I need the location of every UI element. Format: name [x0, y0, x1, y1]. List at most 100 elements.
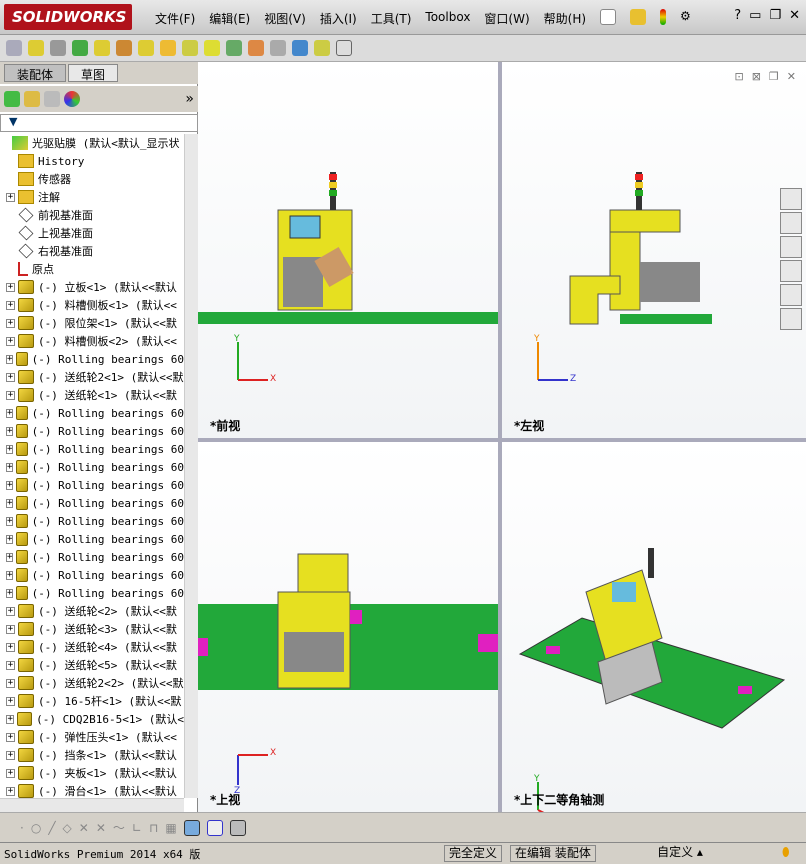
expand-icon[interactable]: +	[6, 750, 15, 760]
appearances-icon[interactable]	[780, 284, 802, 306]
tree-item[interactable]: + (-) Rolling bearings 60	[0, 512, 184, 530]
expand-icon[interactable]: +	[6, 606, 15, 616]
tree-item[interactable]: + (-) Rolling bearings 60	[0, 566, 184, 584]
extend-icon[interactable]: ✕	[96, 821, 106, 835]
four-view-icon[interactable]	[229, 819, 246, 836]
tree-item[interactable]: + (-) 夹板<1> (默认<<默认	[0, 764, 184, 782]
circle-icon[interactable]: ○	[31, 821, 41, 835]
expand-icon[interactable]: +	[6, 480, 14, 490]
tree-item[interactable]: 光驱贴膜 (默认<默认_显示状	[0, 134, 184, 152]
expand-icon[interactable]: +	[6, 282, 15, 292]
expand-icon[interactable]: +	[6, 786, 15, 796]
expand-icon[interactable]: +	[6, 318, 15, 328]
tab-assembly[interactable]: 装配体	[4, 64, 67, 82]
expand-icon[interactable]: +	[6, 498, 14, 508]
tree-item[interactable]: 上视基准面	[0, 224, 184, 242]
rebuild-icon[interactable]	[660, 9, 666, 25]
tree-item[interactable]: + (-) 立板<1> (默认<<默认	[0, 278, 184, 296]
move-component-icon[interactable]	[116, 40, 132, 56]
single-view-icon[interactable]	[206, 819, 223, 836]
expand-icon[interactable]: +	[6, 516, 14, 526]
spline-icon[interactable]: 〜	[113, 819, 125, 836]
polygon-icon[interactable]: ◇	[63, 821, 72, 835]
viewport-top[interactable]: X Z *上视	[198, 442, 498, 812]
tree-item[interactable]: + (-) Rolling bearings 60	[0, 530, 184, 548]
fillet-icon[interactable]: ∟	[132, 821, 142, 835]
box-select-icon[interactable]	[183, 819, 200, 836]
assembly-features-icon[interactable]	[160, 40, 176, 56]
tree-item[interactable]: + (-) Rolling bearings 60	[0, 584, 184, 602]
smart-fastener-icon[interactable]	[94, 40, 110, 56]
clearance-icon[interactable]	[314, 40, 330, 56]
viewport-tile-icon[interactable]: ⊠	[752, 70, 761, 83]
expand-icon[interactable]: +	[6, 588, 14, 598]
expand-icon[interactable]: +	[6, 678, 15, 688]
menu-insert[interactable]: 插入(I)	[313, 10, 364, 27]
mate-icon[interactable]	[50, 40, 66, 56]
tree-item[interactable]: 传感器	[0, 170, 184, 188]
expand-icon[interactable]: +	[6, 354, 14, 364]
expand-icon[interactable]: +	[6, 714, 15, 724]
file-explorer-icon[interactable]	[780, 236, 802, 258]
tree-item[interactable]: + (-) CDQ2B16-5<1> (默认<	[0, 710, 184, 728]
tree-item[interactable]: History	[0, 152, 184, 170]
tree-item[interactable]: + (-) 送纸轮<5> (默认<<默	[0, 656, 184, 674]
tree-item[interactable]: + (-) Rolling bearings 60	[0, 494, 184, 512]
grid-icon[interactable]: ▦	[165, 821, 176, 835]
feature-tree-icon[interactable]	[4, 91, 20, 107]
expand-icon[interactable]: +	[6, 660, 15, 670]
pattern-icon[interactable]	[72, 40, 88, 56]
configuration-manager-icon[interactable]	[44, 91, 60, 107]
expand-icon[interactable]: +	[6, 642, 15, 652]
tree-item[interactable]: + (-) 弹性压头<1> (默认<<	[0, 728, 184, 746]
design-library-icon[interactable]	[780, 212, 802, 234]
menu-tools[interactable]: 工具(T)	[364, 10, 419, 27]
tree-item[interactable]: + 注解	[0, 188, 184, 206]
menu-view[interactable]: 视图(V)	[257, 10, 313, 27]
point-icon[interactable]: ·	[20, 821, 24, 835]
expand-icon[interactable]: +	[6, 426, 14, 436]
tree-item[interactable]: + (-) Rolling bearings 60	[0, 404, 184, 422]
tree-item[interactable]: + (-) 挡条<1> (默认<<默认	[0, 746, 184, 764]
menu-toolbox[interactable]: Toolbox	[418, 10, 477, 27]
tree-item[interactable]: 右视基准面	[0, 242, 184, 260]
expand-icon[interactable]: +	[6, 624, 15, 634]
open-file-icon[interactable]	[630, 9, 646, 25]
expand-icon[interactable]: +	[6, 768, 15, 778]
tree-item[interactable]: + (-) 料槽侧板<1> (默认<<	[0, 296, 184, 314]
tree-item[interactable]: + (-) Rolling bearings 60	[0, 440, 184, 458]
assembly-icon[interactable]	[6, 40, 22, 56]
expand-icon[interactable]: +	[6, 300, 15, 310]
options-icon[interactable]: ⚙	[680, 9, 691, 25]
units-selector[interactable]: 自定义 ▴	[600, 845, 760, 862]
tree-item[interactable]: + (-) Rolling bearings 60	[0, 458, 184, 476]
expand-icon[interactable]: +	[6, 444, 14, 454]
expand-icon[interactable]: +	[6, 192, 15, 202]
expand-icon[interactable]: +	[6, 372, 15, 382]
viewport-close-icon[interactable]: ✕	[787, 70, 796, 83]
menu-edit[interactable]: 编辑(E)	[202, 10, 257, 27]
viewport-restore-icon[interactable]: ❐	[769, 70, 779, 83]
new-motion-study-icon[interactable]	[204, 40, 220, 56]
line-icon[interactable]: ╱	[48, 821, 55, 835]
tab-sketch[interactable]: 草图	[68, 64, 119, 82]
tree-item[interactable]: + (-) 料槽侧板<2> (默认<<	[0, 332, 184, 350]
restore-button[interactable]: ❐	[769, 8, 781, 23]
tree-item[interactable]: + (-) 送纸轮<4> (默认<<默	[0, 638, 184, 656]
trim-icon[interactable]: ✕	[79, 821, 89, 835]
expand-icon[interactable]: +	[6, 408, 14, 418]
exploded-view-icon[interactable]	[248, 40, 264, 56]
bom-icon[interactable]	[226, 40, 242, 56]
interference-icon[interactable]	[292, 40, 308, 56]
show-hidden-icon[interactable]	[138, 40, 154, 56]
menu-window[interactable]: 窗口(W)	[477, 10, 536, 27]
new-file-icon[interactable]	[600, 9, 616, 25]
expand-icon[interactable]: +	[6, 534, 14, 544]
expand-icon[interactable]: +	[6, 390, 15, 400]
tree-item[interactable]: + (-) 16-5杆<1> (默认<<默	[0, 692, 184, 710]
help-icon[interactable]: ?	[734, 8, 741, 23]
tree-item[interactable]: + (-) Rolling bearings 60	[0, 476, 184, 494]
explode-line-icon[interactable]	[270, 40, 286, 56]
expand-chevron-icon[interactable]: »	[185, 91, 194, 107]
tree-item[interactable]: + (-) 送纸轮2<1> (默认<<默	[0, 368, 184, 386]
